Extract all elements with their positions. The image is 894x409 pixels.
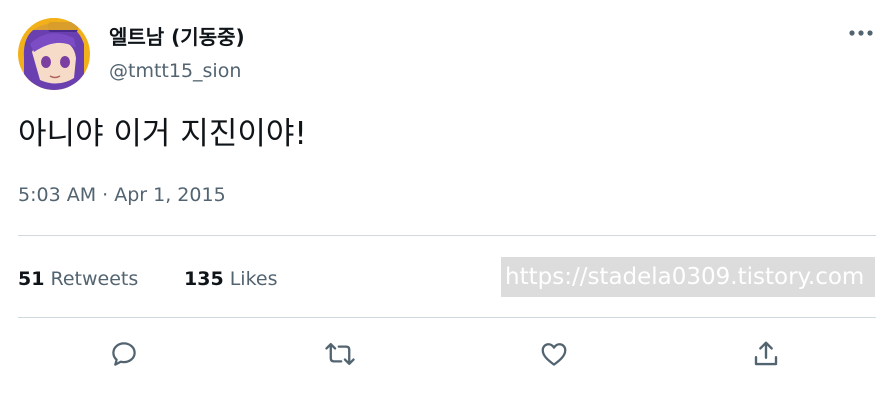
retweets-count: 51 (18, 268, 45, 290)
retweets-stat[interactable]: 51 Retweets (18, 264, 138, 294)
heart-icon (541, 343, 567, 366)
watermark: https://stadela0309.tistory.com (501, 257, 875, 297)
retweets-label: Retweets (50, 268, 139, 290)
retweet-button[interactable] (322, 336, 358, 372)
divider (18, 235, 876, 236)
more-options-button[interactable] (846, 21, 876, 45)
tweet-date-link[interactable]: Apr 1, 2015 (114, 184, 225, 206)
reply-icon (112, 342, 136, 366)
more-dots-icon (849, 30, 873, 36)
tweet-time-link[interactable]: 5:03 AM (18, 184, 96, 206)
likes-count: 135 (184, 268, 224, 290)
display-name[interactable]: 엘트남 (기동중) (109, 24, 245, 50)
tweet-timestamp: 5:03 AM · Apr 1, 2015 (18, 182, 226, 208)
likes-stat[interactable]: 135 Likes (184, 264, 278, 294)
share-icon (754, 341, 778, 366)
timestamp-separator: · (96, 184, 115, 206)
retweet-icon (325, 342, 355, 366)
user-handle[interactable]: @tmtt15_sion (109, 58, 241, 84)
tweet-card: 엘트남 (기동중) @tmtt15_sion 아니야 이거 지진이야! 5:03… (18, 0, 876, 409)
avatar[interactable] (18, 18, 90, 90)
share-button[interactable] (748, 336, 784, 372)
reply-button[interactable] (106, 336, 142, 372)
tweet-text: 아니야 이거 지진이야! (18, 116, 307, 152)
likes-label: Likes (229, 268, 278, 290)
avatar-image (18, 18, 90, 90)
like-button[interactable] (536, 336, 572, 372)
divider (18, 317, 876, 318)
